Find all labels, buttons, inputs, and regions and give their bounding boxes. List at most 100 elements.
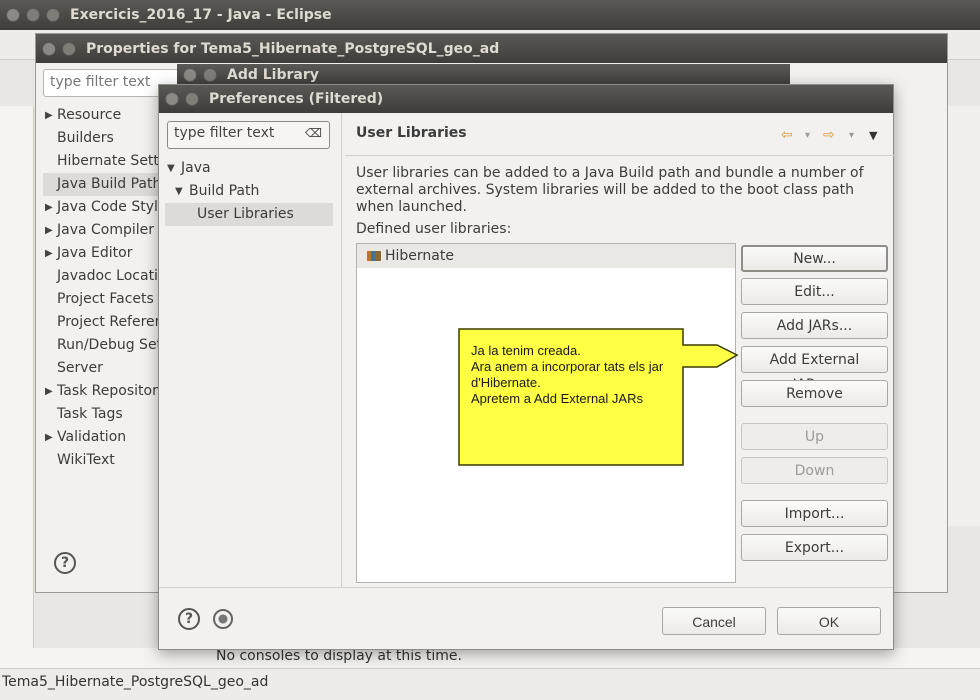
tree-item-label: Project Facets: [57, 291, 154, 307]
collapsed-arrow-icon[interactable]: ▶: [45, 380, 53, 403]
close-icon[interactable]: [42, 41, 56, 56]
add-jars-button[interactable]: Add JARs...: [741, 312, 888, 339]
import-button[interactable]: Import...: [741, 500, 888, 527]
tree-item-build-path[interactable]: ▼ Build Path: [165, 180, 333, 203]
properties-tree-item[interactable]: Builders: [43, 127, 158, 150]
properties-tree-item[interactable]: ▶ Resource: [43, 104, 158, 127]
callout-text: Ja la tenim creada. Ara anem a incorpora…: [471, 343, 691, 407]
close-icon[interactable]: [165, 92, 179, 106]
defined-libraries-label: Defined user libraries:: [356, 221, 512, 237]
callout-line: d'Hibernate.: [471, 375, 541, 390]
minimize-icon[interactable]: [185, 92, 199, 106]
tree-item-label: Builders: [57, 130, 114, 146]
tree-item-label: Hibernate Setti: [57, 153, 163, 169]
collapsed-arrow-icon[interactable]: ▶: [45, 196, 53, 219]
close-icon[interactable]: [183, 68, 197, 82]
properties-tree-item[interactable]: Javadoc Locati: [43, 265, 158, 288]
library-jar-icon: [367, 251, 381, 261]
properties-tree-item[interactable]: ▶ Java Code Style: [43, 196, 166, 219]
expanded-arrow-icon[interactable]: ▼: [175, 180, 183, 203]
tree-item-label: Resource: [57, 107, 122, 123]
properties-tree-item[interactable]: Run/Debug Setti: [43, 334, 171, 357]
cancel-button[interactable]: Cancel: [662, 607, 766, 635]
up-button[interactable]: Up: [741, 423, 888, 450]
new-button[interactable]: New...: [741, 245, 888, 272]
clear-filter-icon[interactable]: ⌫: [305, 126, 322, 140]
properties-tree-item[interactable]: Project Referer: [43, 311, 161, 334]
collapsed-arrow-icon[interactable]: ▶: [45, 242, 53, 265]
tree-item-label: Java Build Path: [57, 176, 162, 192]
properties-tree: ▶ Resource Builders Hibernate Setti Java Bui…: [43, 104, 171, 472]
back-arrow-icon[interactable]: ⇦: [781, 127, 793, 143]
page-navigation: ⇦ ▾ ⇨ ▾ ▼: [781, 127, 881, 145]
tree-item-label: Task Tags: [57, 406, 123, 422]
tree-item-java[interactable]: ▼ Java: [165, 157, 333, 180]
properties-titlebar: Properties for Tema5_Hibernate_PostgreSQ…: [36, 34, 947, 63]
filter-text: type filter text: [174, 125, 275, 141]
status-bar: Tema5_Hibernate_PostgreSQL_geo_ad: [0, 668, 980, 700]
tree-item-label: Build Path: [189, 183, 260, 199]
tree-item-label: Java Compiler: [57, 222, 155, 238]
preferences-left-pane: type filter text ⌫ ▼ Java ▼ Build Path U…: [159, 113, 342, 587]
callout-line: Ja la tenim creada.: [471, 343, 581, 358]
properties-tree-item[interactable]: ▶ Java Compiler: [43, 219, 158, 242]
tree-item-label: Server: [57, 360, 103, 376]
expanded-arrow-icon[interactable]: ▼: [167, 157, 175, 180]
forward-arrow-icon[interactable]: ⇨: [823, 127, 835, 143]
tree-item-user-libraries[interactable]: User Libraries: [165, 203, 333, 226]
tree-item-label: Java: [181, 160, 211, 176]
help-icon[interactable]: ?: [54, 552, 76, 574]
add-external-jars-button[interactable]: Add External JARs...: [741, 346, 888, 393]
page-title: User Libraries: [356, 125, 467, 141]
status-project: Tema5_Hibernate_PostgreSQL_geo_ad: [2, 674, 269, 690]
callout-line: Apretem a Add External JARs: [471, 391, 643, 406]
edit-button[interactable]: Edit...: [741, 278, 888, 305]
eclipse-titlebar: Exercicis_2016_17 - Java - Eclipse: [0, 0, 980, 30]
properties-tree-item[interactable]: Server: [43, 357, 158, 380]
down-button[interactable]: Down: [741, 457, 888, 484]
maximize-icon[interactable]: [46, 8, 60, 22]
tree-item-label: WikiText: [57, 452, 115, 468]
properties-tree-item[interactable]: Hibernate Setti: [43, 150, 163, 173]
collapsed-arrow-icon[interactable]: ▶: [45, 426, 53, 449]
preferences-tree: ▼ Java ▼ Build Path User Libraries: [165, 157, 333, 226]
properties-tree-item[interactable]: ▶ Validation: [43, 426, 158, 449]
export-button[interactable]: Export...: [741, 534, 888, 561]
help-icon[interactable]: ?: [178, 608, 200, 630]
record-macro-icon[interactable]: [213, 609, 233, 629]
tree-item-label: Project Referer: [57, 314, 161, 330]
collapsed-arrow-icon[interactable]: ▶: [45, 219, 53, 242]
properties-tree-item[interactable]: WikiText: [43, 449, 158, 472]
properties-tree-item[interactable]: ▶ Task Repository: [43, 380, 166, 403]
preferences-titlebar: Preferences (Filtered): [159, 85, 893, 113]
tree-item-label: Java Code Style: [57, 199, 167, 215]
footer-divider: [159, 587, 893, 588]
forward-dropdown-icon[interactable]: ▾: [849, 130, 854, 141]
minimize-icon[interactable]: [62, 41, 76, 56]
minimize-icon[interactable]: [203, 68, 217, 82]
properties-title: Properties for Tema5_Hibernate_PostgreSQ…: [86, 40, 500, 57]
package-explorer-strip: [0, 106, 34, 656]
properties-tree-item[interactable]: Java Build Path: [43, 173, 162, 196]
ok-button[interactable]: OK: [777, 607, 881, 635]
page-description: User libraries can be added to a Java Bu…: [356, 165, 864, 215]
properties-tree-item[interactable]: Project Facets: [43, 288, 158, 311]
tree-item-label: Javadoc Locati: [57, 268, 158, 284]
callout-line: Ara anem a incorporar tats els jar: [471, 359, 664, 374]
view-menu-icon[interactable]: ▼: [869, 129, 877, 142]
properties-tree-item[interactable]: ▶ Java Editor: [43, 242, 158, 265]
preferences-title: Preferences (Filtered): [209, 91, 384, 107]
list-item-hibernate[interactable]: Hibernate: [357, 244, 735, 268]
tree-item-label: Run/Debug Setti: [57, 337, 172, 353]
add-library-title: Add Library: [227, 67, 319, 83]
preferences-filter-input[interactable]: type filter text ⌫: [167, 121, 330, 149]
collapsed-arrow-icon[interactable]: ▶: [45, 104, 53, 127]
header-divider: [345, 155, 895, 156]
library-name: Hibernate: [385, 248, 454, 264]
minimize-icon[interactable]: [26, 8, 40, 22]
close-icon[interactable]: [6, 8, 20, 22]
add-library-titlebar: Add Library: [177, 64, 790, 86]
properties-tree-item[interactable]: Task Tags: [43, 403, 158, 426]
back-dropdown-icon[interactable]: ▾: [805, 130, 810, 141]
remove-button[interactable]: Remove: [741, 380, 888, 407]
